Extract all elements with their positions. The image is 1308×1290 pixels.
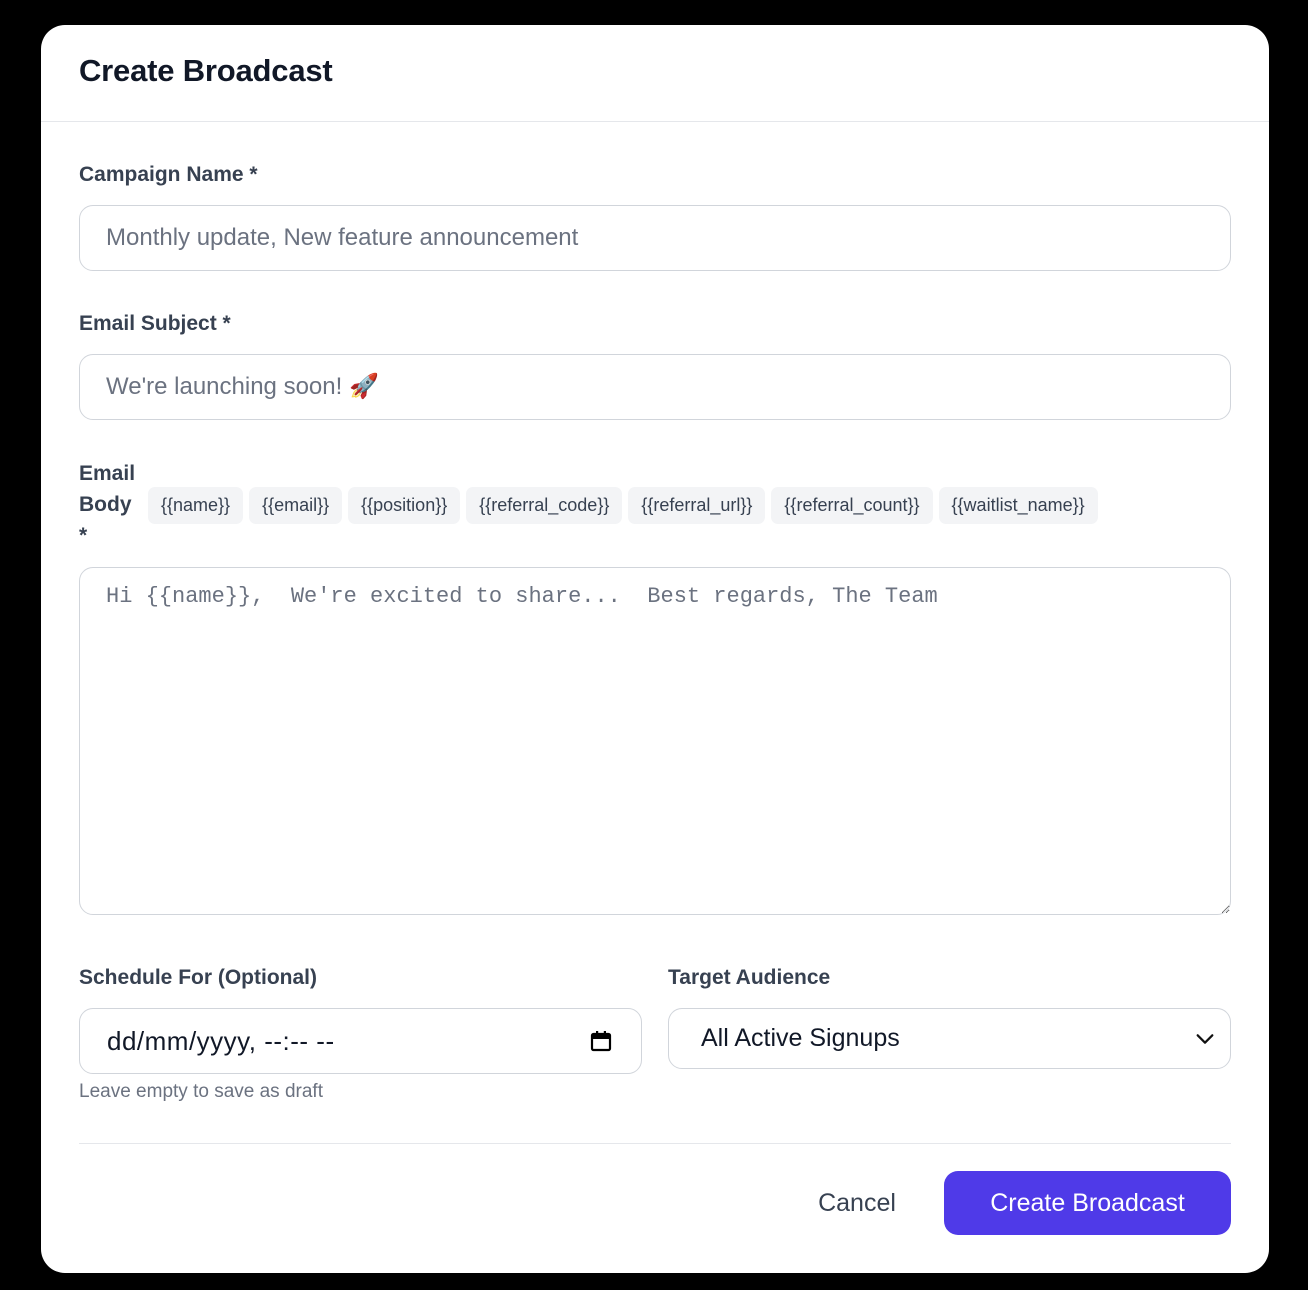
variable-chip-waitlist-name[interactable]: {{waitlist_name}} bbox=[938, 487, 1098, 524]
schedule-datetime-input[interactable]: dd/mm/yyyy, --:-- -- bbox=[79, 1008, 642, 1074]
campaign-name-label: Campaign Name * bbox=[79, 163, 258, 186]
email-subject-input[interactable] bbox=[79, 354, 1231, 420]
email-subject-label: Email Subject * bbox=[79, 312, 231, 335]
footer-divider bbox=[79, 1143, 1231, 1144]
email-body-label-line: * bbox=[79, 524, 88, 547]
campaign-name-input[interactable] bbox=[79, 205, 1231, 271]
email-body-label-line: Body bbox=[79, 493, 132, 516]
schedule-hint: Leave empty to save as draft bbox=[79, 1081, 323, 1102]
variable-chip-name[interactable]: {{name}} bbox=[148, 487, 244, 524]
target-audience-value: All Active Signups bbox=[701, 1024, 900, 1052]
email-body-label-line: Email bbox=[79, 462, 136, 485]
variable-chip-email[interactable]: {{email}} bbox=[249, 487, 343, 524]
variable-chip-referral-code[interactable]: {{referral_code}} bbox=[466, 487, 623, 524]
chevron-down-icon bbox=[1194, 1028, 1216, 1050]
modal-title: Create Broadcast bbox=[79, 53, 333, 88]
target-audience-label: Target Audience bbox=[668, 966, 831, 989]
email-body-label: Email Body * bbox=[79, 458, 139, 551]
variable-chip-position[interactable]: {{position}} bbox=[348, 487, 461, 524]
email-body-textarea[interactable] bbox=[79, 567, 1231, 915]
schedule-label: Schedule For (Optional) bbox=[79, 966, 318, 989]
template-variables: {{name}} {{email}} {{position}} {{referr… bbox=[148, 487, 1098, 524]
cancel-button[interactable]: Cancel bbox=[791, 1171, 923, 1235]
schedule-datetime-value: dd/mm/yyyy, --:-- -- bbox=[107, 1025, 335, 1056]
modal-header: Create Broadcast bbox=[41, 25, 1269, 122]
create-broadcast-button[interactable]: Create Broadcast bbox=[944, 1171, 1231, 1235]
variable-chip-referral-count[interactable]: {{referral_count}} bbox=[771, 487, 933, 524]
variable-chip-referral-url[interactable]: {{referral_url}} bbox=[628, 487, 766, 524]
calendar-icon[interactable] bbox=[589, 1029, 613, 1053]
create-broadcast-modal: Create Broadcast Campaign Name * Email S… bbox=[41, 25, 1269, 1273]
target-audience-select[interactable]: All Active Signups bbox=[668, 1008, 1231, 1069]
